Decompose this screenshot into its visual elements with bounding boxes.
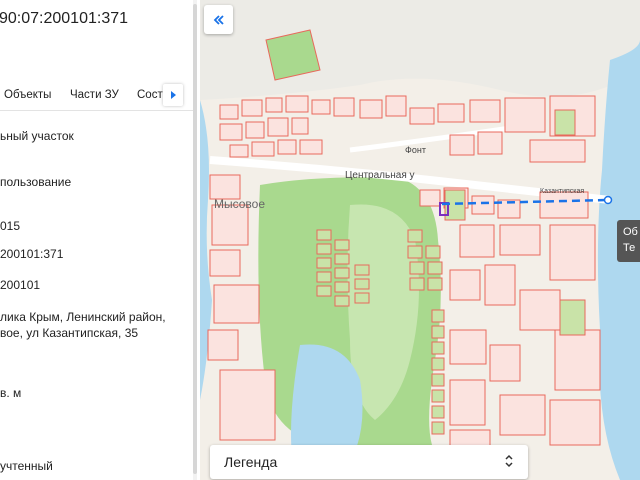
field-number: 200101:371 <box>0 247 64 261</box>
divider <box>0 110 197 111</box>
field-use: пользование <box>0 175 72 189</box>
tooltip-line-2: Те <box>623 242 636 254</box>
field-quarter: 200101 <box>0 278 41 292</box>
place-label: Мысовое <box>214 197 266 211</box>
tab-objects[interactable]: Объекты <box>4 89 51 101</box>
map-tooltip: Об Те <box>617 220 640 262</box>
field-area: в. м <box>0 386 22 400</box>
collapse-panel-button[interactable] <box>204 5 233 34</box>
field-status: учтенный <box>0 459 53 473</box>
tabs-next-button[interactable] <box>163 84 183 106</box>
map-view[interactable]: Мысовое Центральная у Фонт Казантипская <box>200 0 640 480</box>
map-canvas[interactable] <box>200 0 640 480</box>
scrollbar-thumb[interactable] <box>193 4 197 474</box>
tab-parts[interactable]: Части ЗУ <box>70 89 119 101</box>
double-chevron-left-icon <box>213 14 224 25</box>
legend-title: Легенда <box>224 454 278 470</box>
chevron-right-icon <box>171 91 176 99</box>
street-label-central: Центральная у <box>345 170 415 181</box>
legend-dropdown[interactable]: Легенда <box>210 445 528 479</box>
sort-arrows-icon <box>505 454 513 468</box>
field-type: ьный участок <box>0 129 74 143</box>
field-address-line2: вое, ул Казантипская, 35 <box>0 326 139 340</box>
tooltip-line-1: Об <box>623 226 638 238</box>
info-panel: 90:07:200101:371 Объекты Части ЗУ Соста … <box>0 0 197 480</box>
cadastral-number: 90:07:200101:371 <box>0 10 129 27</box>
field-year: 015 <box>0 219 21 233</box>
street-label-minor: Фонт <box>405 145 426 155</box>
tab-bar: Объекты Части ЗУ Соста <box>0 80 197 110</box>
street-label-kazantip: Казантипская <box>540 188 585 195</box>
field-address-line1: лика Крым, Ленинский район, <box>0 310 166 324</box>
